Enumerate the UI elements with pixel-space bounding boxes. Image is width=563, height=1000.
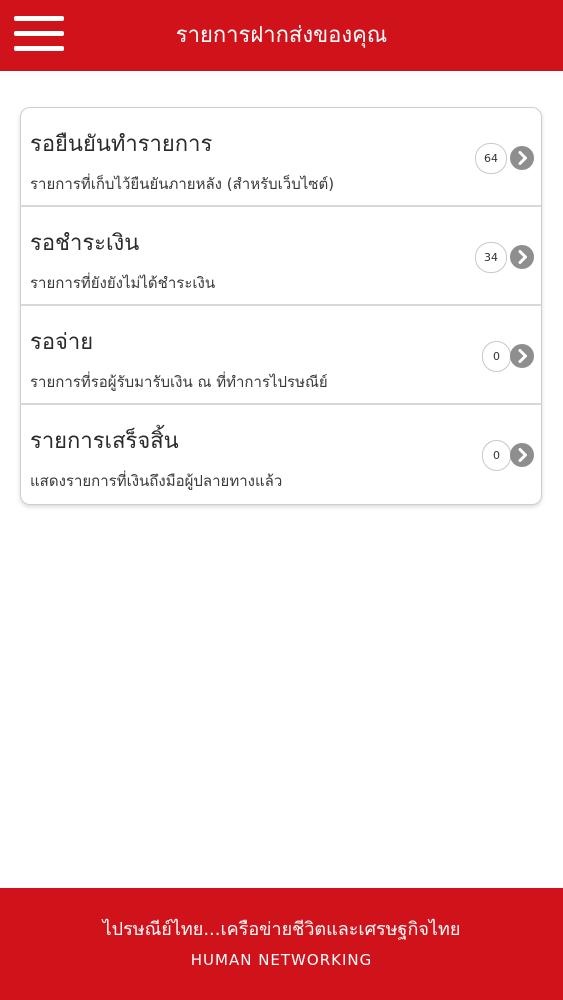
menu-bar xyxy=(14,46,64,51)
list-item-title: รอจ่าย xyxy=(30,330,94,355)
count-badge: 64 xyxy=(475,143,507,174)
list-item-subtitle: รายการที่ยังยังไม่ได้ชำระเงิน xyxy=(30,274,216,292)
page-title: รายการฝากส่งของคุณ xyxy=(175,23,388,48)
list-item-title: รอยืนยันทำรายการ xyxy=(30,132,213,157)
list-item-awaiting-pickup[interactable]: รอจ่าย รายการที่รอผู้รับมารับเงิน ณ ที่ท… xyxy=(21,304,541,403)
app-footer: ไปรษณีย์ไทย...เครือข่ายชีวิตและเศรษฐกิจไ… xyxy=(0,888,563,1000)
count-badge: 0 xyxy=(482,440,511,471)
list-item-title: รายการเสร็จสิ้น xyxy=(30,429,179,454)
footer-slogan-english: HUMAN NETWORKING xyxy=(190,951,373,969)
list-item-subtitle: แสดงรายการที่เงินถึงมือผู้ปลายทางแล้ว xyxy=(30,472,283,490)
list-item-subtitle: รายการที่เก็บไว้ยืนยันภายหลัง (สำหรับเว็… xyxy=(30,175,335,193)
list-item-subtitle: รายการที่รอผู้รับมารับเงิน ณ ที่ทำการไปร… xyxy=(30,373,328,391)
menu-bar xyxy=(14,31,64,36)
footer-slogan-thai: ไปรษณีย์ไทย...เครือข่ายชีวิตและเศรษฐกิจไ… xyxy=(102,919,461,940)
list-item-pending-confirmation[interactable]: รอยืนยันทำรายการ รายการที่เก็บไว้ยืนยันภ… xyxy=(21,108,541,205)
count-badge: 0 xyxy=(482,341,511,372)
chevron-right-circle-icon[interactable] xyxy=(510,344,534,368)
count-badge: 34 xyxy=(475,242,507,273)
menu-bar xyxy=(14,16,64,21)
list-item-title: รอชำระเงิน xyxy=(30,231,140,256)
list-item-completed[interactable]: รายการเสร็จสิ้น แสดงรายการที่เงินถึงมือผ… xyxy=(21,403,541,502)
status-list-card: รอยืนยันทำรายการ รายการที่เก็บไว้ยืนยันภ… xyxy=(20,107,542,505)
chevron-right-circle-icon[interactable] xyxy=(510,245,534,269)
app-header: รายการฝากส่งของคุณ xyxy=(0,0,563,71)
hamburger-menu-icon[interactable] xyxy=(14,16,64,52)
list-item-awaiting-payment[interactable]: รอชำระเงิน รายการที่ยังยังไม่ได้ชำระเงิน… xyxy=(21,205,541,304)
chevron-right-circle-icon[interactable] xyxy=(510,146,534,170)
chevron-right-circle-icon[interactable] xyxy=(510,443,534,467)
